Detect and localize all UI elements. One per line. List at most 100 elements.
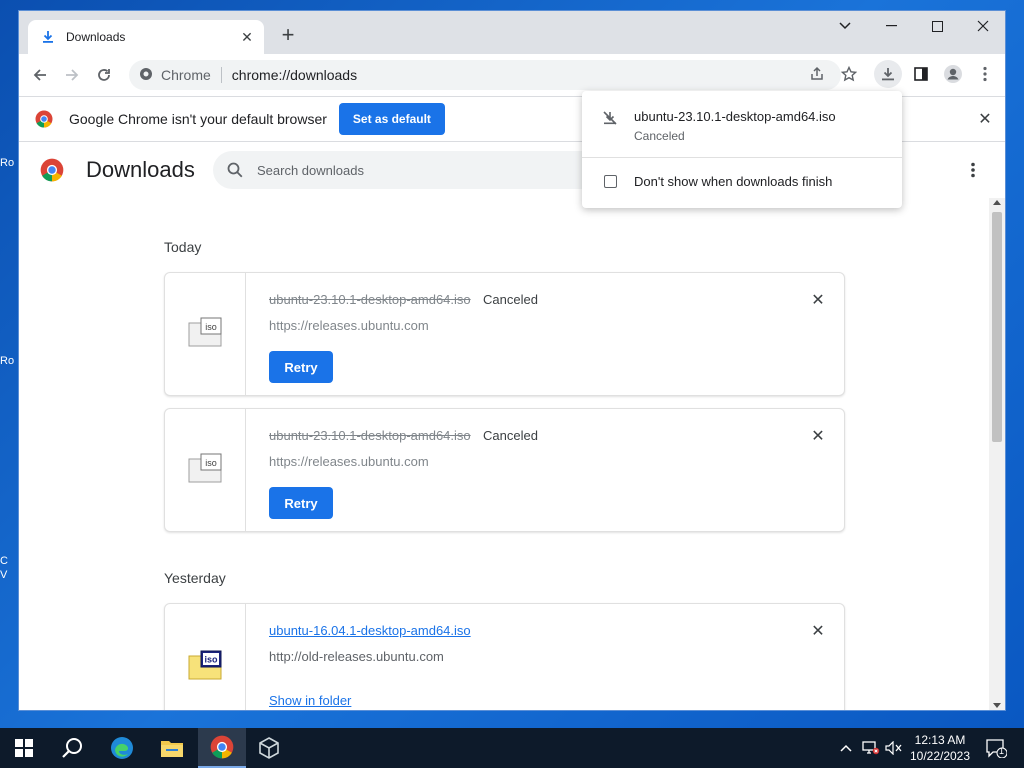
- new-tab-button[interactable]: +: [277, 22, 299, 47]
- downloads-page: Downloads Search downloads Today iso ubu…: [19, 142, 1005, 710]
- section-date-yesterday: Yesterday: [164, 570, 226, 586]
- download-icon: [40, 29, 56, 45]
- desktop-icon-label: Ro: [0, 355, 15, 367]
- chrome-logo-icon: [40, 158, 64, 182]
- file-name[interactable]: ubuntu-23.10.1-desktop-amd64.iso: [269, 292, 471, 307]
- desktop-icon-label: C: [0, 555, 8, 567]
- reload-button[interactable]: [91, 62, 117, 88]
- forward-button[interactable]: [59, 62, 85, 88]
- source-url[interactable]: http://old-releases.ubuntu.com: [269, 649, 444, 664]
- scroll-up-icon[interactable]: [993, 200, 1001, 205]
- maximize-button[interactable]: [914, 11, 960, 41]
- notification-center-button[interactable]: 1: [978, 728, 1014, 768]
- set-as-default-button[interactable]: Set as default: [338, 103, 445, 135]
- tab-downloads[interactable]: Downloads ✕: [28, 20, 264, 54]
- download-status: Canceled: [483, 428, 538, 443]
- start-button[interactable]: [0, 728, 48, 768]
- remove-item-icon[interactable]: ✕: [808, 426, 828, 446]
- section-date-today: Today: [164, 239, 202, 255]
- taskbar: 12:13 AM 10/22/2023 1: [0, 728, 1024, 768]
- url-text: chrome://downloads: [231, 67, 358, 83]
- download-canceled-icon: [602, 110, 618, 126]
- retry-button[interactable]: Retry: [269, 351, 333, 383]
- close-infobar-icon[interactable]: ✕: [975, 109, 995, 129]
- scrollbar-thumb[interactable]: [992, 212, 1002, 442]
- folder-icon: [161, 741, 183, 757]
- back-button[interactable]: [27, 62, 53, 88]
- close-tab-icon[interactable]: ✕: [238, 28, 256, 46]
- virtualbox-taskbar-button[interactable]: [245, 728, 293, 768]
- chrome-icon: [139, 67, 153, 84]
- file-name-link[interactable]: ubuntu-16.04.1-desktop-amd64.iso: [269, 623, 471, 638]
- page-title: Downloads: [86, 157, 195, 182]
- download-item: iso ubuntu-16.04.1-desktop-amd64.iso htt…: [164, 603, 845, 710]
- network-tray-icon[interactable]: [860, 728, 882, 768]
- desktop-icon-label: Ro: [0, 157, 15, 169]
- dont-show-label[interactable]: Don't show when downloads finish: [634, 174, 832, 189]
- search-downloads-input[interactable]: Search downloads: [213, 151, 585, 189]
- retry-button[interactable]: Retry: [269, 487, 333, 519]
- volume-tray-icon[interactable]: [884, 728, 904, 768]
- file-icon-column: iso: [165, 273, 246, 395]
- bookmark-star-icon[interactable]: [835, 60, 863, 88]
- system-clock[interactable]: 12:13 AM 10/22/2023: [905, 732, 975, 764]
- infobar-message: Google Chrome isn't your default browser: [69, 111, 327, 127]
- share-icon[interactable]: [803, 60, 831, 88]
- speaker-muted-icon: [885, 741, 902, 755]
- chrome-taskbar-button[interactable]: [198, 728, 246, 768]
- download-bubble: ubuntu-23.10.1-desktop-amd64.iso Cancele…: [582, 91, 902, 208]
- desktop-icon-label: V: [0, 569, 8, 581]
- remove-item-icon[interactable]: ✕: [808, 290, 828, 310]
- chevron-up-icon: [840, 744, 852, 752]
- download-status: Canceled: [483, 292, 538, 307]
- bubble-status: Canceled: [634, 129, 685, 143]
- svg-text:iso: iso: [205, 458, 217, 468]
- download-item: iso ubuntu-23.10.1-desktop-amd64.iso Can…: [164, 272, 845, 396]
- svg-text:iso: iso: [205, 322, 217, 332]
- svg-text:iso: iso: [204, 655, 218, 665]
- chrome-logo-icon: [35, 110, 53, 128]
- chrome-icon: [210, 735, 234, 759]
- tab-title: Downloads: [66, 30, 126, 44]
- show-in-folder-link[interactable]: Show in folder: [269, 693, 351, 708]
- divider: [220, 67, 222, 83]
- edge-taskbar-button[interactable]: [98, 728, 146, 768]
- search-taskbar-button[interactable]: [48, 728, 96, 768]
- windows-icon: [15, 739, 33, 757]
- side-panel-icon[interactable]: [907, 60, 935, 88]
- page-scrollbar[interactable]: [989, 198, 1005, 710]
- file-icon-column: iso: [165, 604, 246, 710]
- show-hidden-icons[interactable]: [836, 728, 856, 768]
- download-item: iso ubuntu-23.10.1-desktop-amd64.iso Can…: [164, 408, 845, 532]
- scroll-down-icon[interactable]: [993, 703, 1001, 708]
- bubble-download-item[interactable]: ubuntu-23.10.1-desktop-amd64.iso Cancele…: [582, 91, 902, 158]
- iso-file-icon: iso: [188, 453, 222, 483]
- address-bar[interactable]: Chrome chrome://downloads: [129, 60, 841, 90]
- more-actions-icon[interactable]: [963, 159, 983, 181]
- site-label: Chrome: [161, 67, 211, 83]
- search-placeholder: Search downloads: [257, 162, 364, 178]
- source-url[interactable]: https://releases.ubuntu.com: [269, 318, 429, 333]
- profile-avatar-icon[interactable]: [939, 60, 967, 88]
- title-bar: Downloads ✕ +: [19, 11, 1005, 54]
- remove-item-icon[interactable]: ✕: [808, 621, 828, 641]
- network-icon: [862, 741, 880, 755]
- toolbar: Chrome chrome://downloads: [19, 54, 1005, 96]
- file-icon-column: iso: [165, 409, 246, 531]
- notification-count: 1: [999, 746, 1005, 756]
- iso-file-icon: iso: [188, 317, 222, 347]
- downloads-toolbar-icon[interactable]: [874, 60, 902, 88]
- chrome-menu-icon[interactable]: [971, 60, 999, 88]
- minimize-button[interactable]: [868, 11, 914, 41]
- file-explorer-taskbar-button[interactable]: [148, 728, 196, 768]
- chrome-window: Downloads ✕ + Chrome chrome://downloads …: [18, 10, 1006, 711]
- source-url[interactable]: https://releases.ubuntu.com: [269, 454, 429, 469]
- close-window-button[interactable]: [960, 11, 1005, 41]
- cube-icon: [259, 737, 279, 759]
- dont-show-checkbox[interactable]: [604, 175, 617, 188]
- edge-icon: [111, 737, 133, 759]
- file-name[interactable]: ubuntu-23.10.1-desktop-amd64.iso: [269, 428, 471, 443]
- tab-search-icon[interactable]: [822, 11, 868, 41]
- clock-time: 12:13 AM: [914, 733, 966, 747]
- iso-file-icon: iso: [188, 650, 222, 680]
